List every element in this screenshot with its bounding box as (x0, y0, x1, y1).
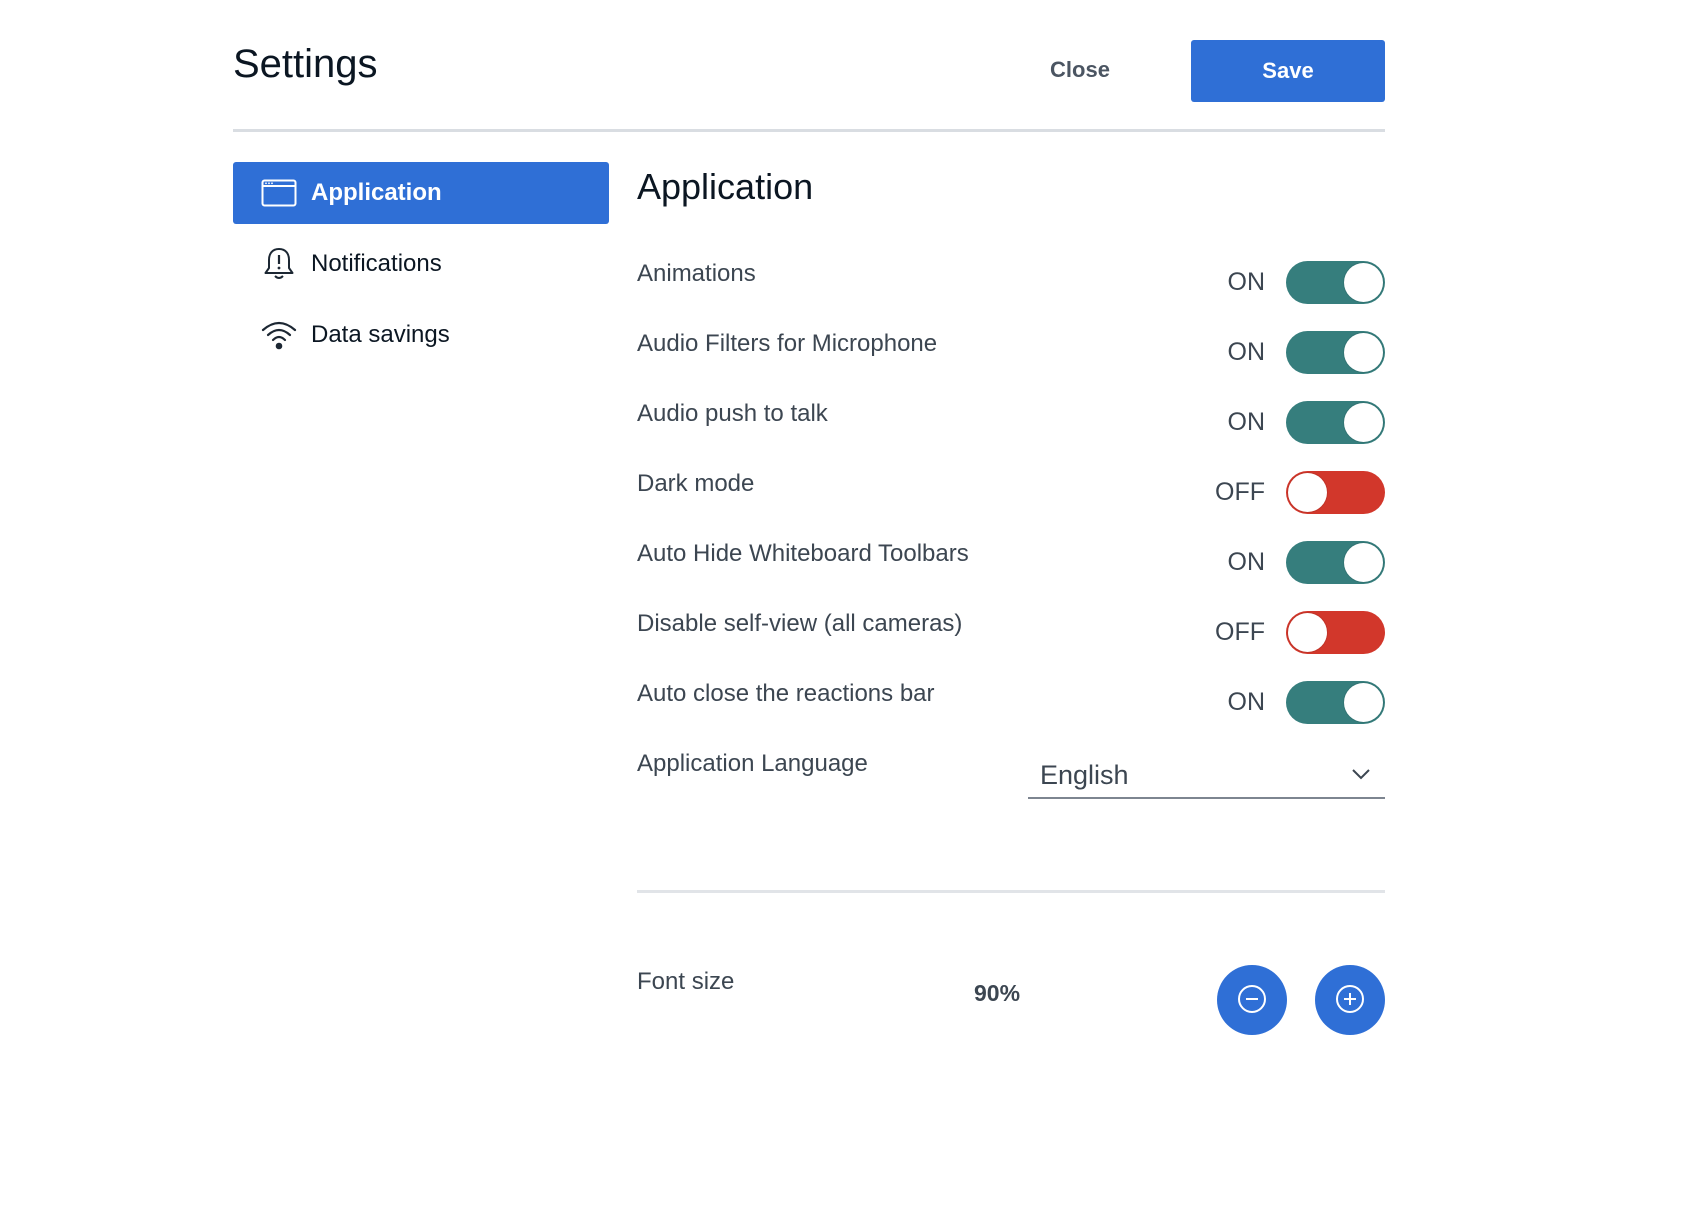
settings-sidebar: Application Notifications Data savings (233, 162, 609, 375)
section-divider (637, 890, 1385, 893)
sidebar-item-data-savings[interactable]: Data savings (233, 304, 609, 366)
language-select[interactable]: English (1028, 750, 1385, 799)
toggle-state-text: ON (1227, 338, 1266, 366)
save-button[interactable]: Save (1191, 40, 1385, 102)
setting-row-audio-filters: Audio Filters for Microphone ON (637, 316, 1385, 386)
toggle-state-text: ON (1227, 408, 1266, 436)
disable-self-view-toggle[interactable] (1286, 611, 1385, 654)
window-icon (261, 175, 297, 211)
plus-circle-icon (1335, 984, 1365, 1017)
setting-label: Disable self-view (all cameras) (637, 610, 963, 637)
toggle-knob (1344, 333, 1383, 372)
setting-label: Audio push to talk (637, 400, 828, 427)
setting-label: Audio Filters for Microphone (637, 330, 938, 357)
close-button[interactable]: Close (1010, 48, 1150, 92)
animations-toggle[interactable] (1286, 261, 1385, 304)
minus-circle-icon (1237, 984, 1267, 1017)
decrease-font-button[interactable] (1217, 965, 1287, 1035)
language-label: Application Language (637, 750, 868, 777)
sidebar-item-label: Data savings (311, 321, 450, 348)
setting-row-auto-hide-toolbars: Auto Hide Whiteboard Toolbars ON (637, 526, 1385, 596)
setting-row-dark-mode: Dark mode OFF (637, 456, 1385, 526)
sidebar-item-label: Application (311, 179, 442, 206)
section-title: Application (637, 166, 814, 207)
toggle-knob (1344, 543, 1383, 582)
dark-mode-toggle[interactable] (1286, 471, 1385, 514)
toggle-state-text: ON (1227, 548, 1266, 576)
language-row: Application Language English (637, 750, 1385, 810)
sidebar-item-application[interactable]: Application (233, 162, 609, 224)
push-to-talk-toggle[interactable] (1286, 401, 1385, 444)
wifi-icon (261, 317, 297, 353)
toggle-knob (1288, 473, 1327, 512)
increase-font-button[interactable] (1315, 965, 1385, 1035)
chevron-down-icon (1351, 764, 1371, 784)
auto-hide-toolbars-toggle[interactable] (1286, 541, 1385, 584)
sidebar-item-label: Notifications (311, 250, 442, 277)
toggle-knob (1344, 403, 1383, 442)
font-size-label: Font size (637, 968, 735, 995)
setting-label: Dark mode (637, 470, 755, 497)
bell-alert-icon (261, 246, 297, 282)
font-size-row: Font size 90% (637, 960, 1385, 1040)
setting-label: Animations (637, 260, 756, 287)
page-title: Settings (233, 42, 378, 86)
setting-row-animations: Animations ON (637, 246, 1385, 316)
toggle-knob (1344, 683, 1383, 722)
toggle-state-text: OFF (1215, 478, 1265, 506)
language-selected-value: English (1040, 760, 1129, 790)
setting-label: Auto close the reactions bar (637, 680, 935, 707)
toggle-knob (1288, 613, 1327, 652)
toggle-state-text: ON (1227, 688, 1266, 716)
toggle-state-text: OFF (1215, 618, 1265, 646)
toggle-state-text: ON (1227, 268, 1266, 296)
sidebar-item-notifications[interactable]: Notifications (233, 233, 609, 295)
toggle-knob (1344, 263, 1383, 302)
setting-label: Auto Hide Whiteboard Toolbars (637, 540, 969, 567)
font-size-value: 90% (974, 980, 1021, 1006)
setting-row-push-to-talk: Audio push to talk ON (637, 386, 1385, 456)
auto-close-reactions-toggle[interactable] (1286, 681, 1385, 724)
settings-list: Animations ON Audio Filters for Micropho… (637, 246, 1385, 736)
audio-filters-toggle[interactable] (1286, 331, 1385, 374)
setting-row-disable-self-view: Disable self-view (all cameras) OFF (637, 596, 1385, 666)
header-divider (233, 129, 1385, 132)
setting-row-auto-close-reactions: Auto close the reactions bar ON (637, 666, 1385, 736)
